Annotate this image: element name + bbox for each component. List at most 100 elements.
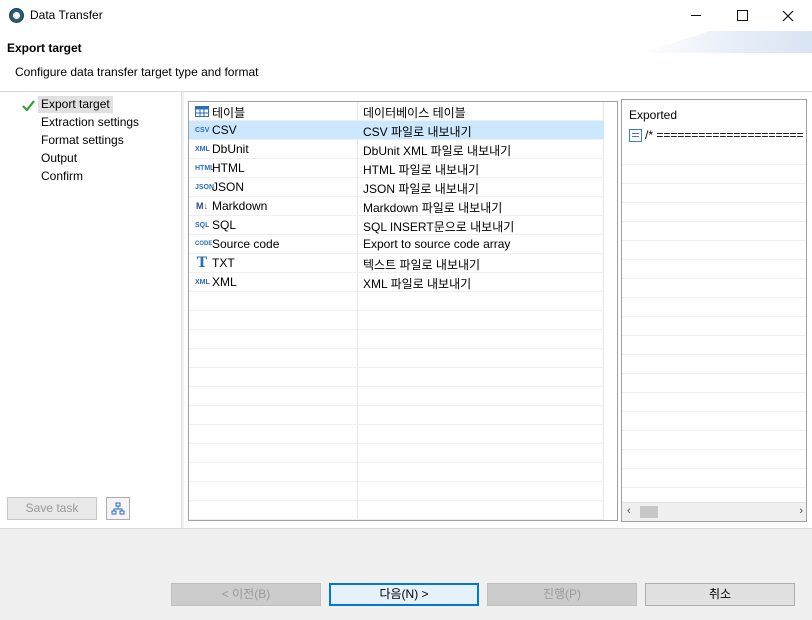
format-name: TXT — [212, 256, 235, 270]
format-description: DbUnit XML 파일로 내보내기 — [363, 144, 512, 158]
sql-icon: SQL — [195, 222, 210, 229]
format-table: 테이블 데이터베이스 테이블 CSV CSV CSV 파일로 내보내기 XML … — [188, 101, 618, 521]
minimize-button[interactable] — [673, 0, 719, 31]
text-file-icon — [629, 128, 642, 142]
table-row[interactable]: CODE Source code Export to source code a… — [189, 235, 604, 254]
window-title: Data Transfer — [30, 8, 103, 22]
wizard-footer: < 이전(B) 다음(N) > 진행(P) 취소 — [0, 528, 812, 620]
empty-row — [189, 482, 604, 501]
table-row[interactable]: M↓ Markdown Markdown 파일로 내보내기 — [189, 197, 604, 216]
format-description: HTML 파일로 내보내기 — [363, 163, 480, 177]
code-icon: CODE — [195, 241, 213, 247]
step-extraction-settings[interactable]: Extraction settings — [41, 114, 139, 131]
step-confirm[interactable]: Confirm — [41, 168, 83, 185]
table-row[interactable]: SQL SQL SQL INSERT문으로 내보내기 — [189, 216, 604, 235]
header-decoration — [642, 31, 812, 53]
wizard-content: Export target Extraction settings Format… — [0, 92, 812, 528]
table-row[interactable]: XML DbUnit DbUnit XML 파일로 내보내기 — [189, 140, 604, 159]
scrollbar-thumb[interactable] — [640, 506, 658, 518]
format-name: XML — [212, 275, 237, 289]
scroll-right-icon[interactable]: › — [799, 505, 803, 517]
format-name: SQL — [212, 218, 237, 232]
format-name: HTML — [212, 161, 245, 175]
steps-nav: Export target Extraction settings Format… — [0, 92, 180, 528]
empty-row — [189, 311, 604, 330]
check-icon — [22, 100, 35, 111]
step-format-settings[interactable]: Format settings — [41, 132, 124, 149]
preview-row — [622, 336, 806, 355]
preview-row — [622, 241, 806, 260]
csv-icon: CSV — [195, 127, 210, 134]
preview-row — [622, 279, 806, 298]
preview-row — [622, 203, 806, 222]
xml-icon: XML — [195, 146, 210, 153]
maximize-button[interactable] — [719, 0, 765, 31]
preview-row — [622, 260, 806, 279]
format-description: CSV 파일로 내보내기 — [363, 125, 472, 139]
preview-item-text: /* ===================== — [645, 128, 804, 142]
preview-row — [622, 374, 806, 393]
format-name: CSV — [212, 123, 237, 137]
scroll-left-icon[interactable]: ‹ — [627, 505, 631, 517]
preview-row — [622, 298, 806, 317]
preview-row — [622, 222, 806, 241]
preview-row — [622, 165, 806, 184]
cancel-button[interactable]: 취소 — [645, 583, 795, 606]
task-scheduler-button[interactable] — [106, 497, 130, 520]
save-task-button[interactable]: Save task — [7, 497, 97, 520]
empty-row — [189, 330, 604, 349]
preview-row — [622, 450, 806, 469]
panel-splitter[interactable] — [181, 92, 184, 528]
preview-row — [622, 412, 806, 431]
step-export-target[interactable]: Export target — [38, 96, 113, 113]
app-icon — [9, 8, 24, 23]
table-row[interactable]: JSON JSON JSON 파일로 내보내기 — [189, 178, 604, 197]
empty-row — [189, 463, 604, 482]
close-icon — [782, 10, 794, 21]
title-bar: Data Transfer — [0, 0, 812, 31]
empty-row — [189, 501, 604, 520]
page-description: Configure data transfer target type and … — [15, 65, 259, 79]
task-tree-icon — [111, 502, 125, 514]
preview-label: Exported — [629, 108, 678, 122]
format-name: 테이블 — [212, 106, 246, 120]
xml-icon: XML — [195, 279, 210, 286]
horizontal-scrollbar[interactable]: ‹ › — [622, 502, 806, 521]
table-icon — [195, 106, 209, 117]
empty-row — [189, 406, 604, 425]
step-output[interactable]: Output — [41, 150, 77, 167]
txt-icon: T — [196, 255, 208, 271]
table-row[interactable]: XML XML XML 파일로 내보내기 — [189, 273, 604, 292]
html-icon: HTML — [195, 165, 215, 172]
format-description: Markdown 파일로 내보내기 — [363, 201, 503, 215]
format-name: Source code — [212, 237, 280, 251]
json-icon: JSON — [195, 184, 215, 191]
preview-row — [622, 469, 806, 488]
empty-row — [189, 368, 604, 387]
table-row[interactable]: HTML HTML HTML 파일로 내보내기 — [189, 159, 604, 178]
empty-row — [189, 425, 604, 444]
empty-row — [189, 444, 604, 463]
table-row[interactable]: T TXT 텍스트 파일로 내보내기 — [189, 254, 604, 273]
format-description: 텍스트 파일로 내보내기 — [363, 258, 481, 272]
back-button[interactable]: < 이전(B) — [171, 583, 321, 606]
close-button[interactable] — [765, 0, 811, 31]
format-name: DbUnit — [212, 142, 249, 156]
empty-row — [189, 292, 604, 311]
next-button[interactable]: 다음(N) > — [329, 583, 479, 606]
table-row[interactable]: 테이블 데이터베이스 테이블 — [189, 102, 604, 121]
format-name: JSON — [212, 180, 245, 194]
format-description: XML 파일로 내보내기 — [363, 277, 472, 291]
page-title: Export target — [7, 41, 82, 55]
preview-row — [622, 393, 806, 412]
format-description: 데이터베이스 테이블 — [363, 106, 466, 120]
preview-row — [622, 146, 806, 165]
table-row[interactable]: CSV CSV CSV 파일로 내보내기 — [189, 121, 604, 140]
preview-row — [622, 317, 806, 336]
format-description: JSON 파일로 내보내기 — [363, 182, 479, 196]
format-description: Export to source code array — [363, 237, 511, 251]
wizard-header: Export target Configure data transfer ta… — [0, 31, 812, 92]
preview-item[interactable]: /* ===================== — [629, 128, 804, 142]
proceed-button[interactable]: 진행(P) — [487, 583, 637, 606]
preview-row — [622, 431, 806, 450]
